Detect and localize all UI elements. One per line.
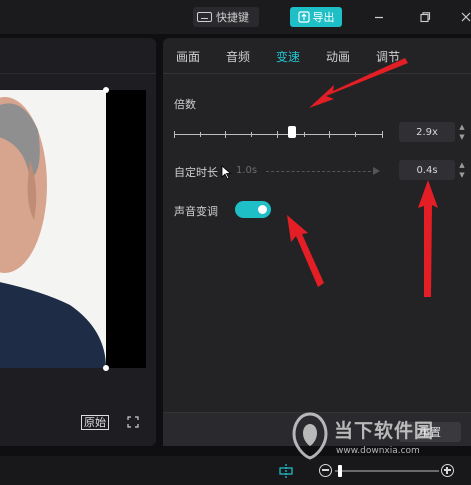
watermark: 当下软件园 www.downxia.com: [290, 410, 471, 465]
custom-duration-label: 自定时长: [174, 166, 218, 179]
speed-slider[interactable]: [174, 131, 383, 138]
player-header: [0, 38, 156, 74]
pitch-toggle[interactable]: [235, 201, 271, 218]
duration-slider-end: [373, 167, 380, 175]
shortcut-label: 快捷键: [216, 11, 249, 24]
watermark-logo: [292, 412, 328, 460]
zoom-out-icon[interactable]: [319, 464, 332, 477]
duration-slider: [266, 171, 376, 172]
zoom-slider-thumb[interactable]: [338, 465, 342, 477]
crop-handle[interactable]: [103, 87, 109, 93]
upload-icon: [297, 11, 310, 23]
crop-handle[interactable]: [103, 365, 109, 371]
pitch-toggle-knob: [258, 205, 267, 214]
title-bar: 快捷键 导出: [0, 0, 471, 34]
zoom-in-icon[interactable]: [441, 464, 454, 477]
expand-icon[interactable]: [127, 416, 139, 428]
watermark-text: 当下软件园: [334, 420, 435, 442]
duration-value-field[interactable]: 0.4s: [399, 160, 455, 180]
tab-speed[interactable]: 变速: [276, 48, 300, 65]
minimize-icon[interactable]: [370, 8, 388, 26]
export-label: 导出: [312, 11, 335, 24]
shortcut-button[interactable]: 快捷键: [193, 7, 259, 27]
speed-label: 倍数: [174, 98, 196, 111]
speed-slider-thumb[interactable]: [288, 126, 296, 138]
keyboard-icon: [197, 12, 212, 22]
watermark-url: www.downxia.com: [336, 446, 420, 456]
tab-bar: 画面 音频 变速 动画 调节: [163, 38, 471, 74]
snap-icon[interactable]: [279, 464, 293, 478]
tab-audio[interactable]: 音频: [226, 48, 250, 65]
zoom-slider[interactable]: [335, 470, 439, 472]
tab-picture[interactable]: 画面: [176, 48, 200, 65]
person-image: [0, 97, 106, 368]
cursor-icon: [221, 165, 232, 180]
duration-track-value: 1.0s: [236, 165, 258, 176]
tab-adjust[interactable]: 调节: [376, 48, 400, 65]
tab-animation[interactable]: 动画: [326, 48, 350, 65]
video-player: 原始: [0, 38, 156, 446]
speed-value-field[interactable]: 2.9x: [399, 122, 455, 142]
video-frame: [0, 90, 106, 368]
speed-stepper[interactable]: ▲ ▼: [457, 122, 467, 142]
close-icon[interactable]: [457, 8, 471, 26]
pitch-label: 声音变调: [174, 205, 218, 218]
restore-icon[interactable]: [416, 8, 434, 26]
original-ratio-button[interactable]: 原始: [81, 415, 109, 430]
duration-stepper[interactable]: ▲ ▼: [457, 160, 467, 180]
video-preview[interactable]: [0, 87, 146, 371]
export-button[interactable]: 导出: [290, 7, 342, 27]
properties-panel: 画面 音频 变速 动画 调节 倍数 2.9x ▲ ▼ 自定时长 1.0s 0.4s…: [163, 38, 471, 446]
